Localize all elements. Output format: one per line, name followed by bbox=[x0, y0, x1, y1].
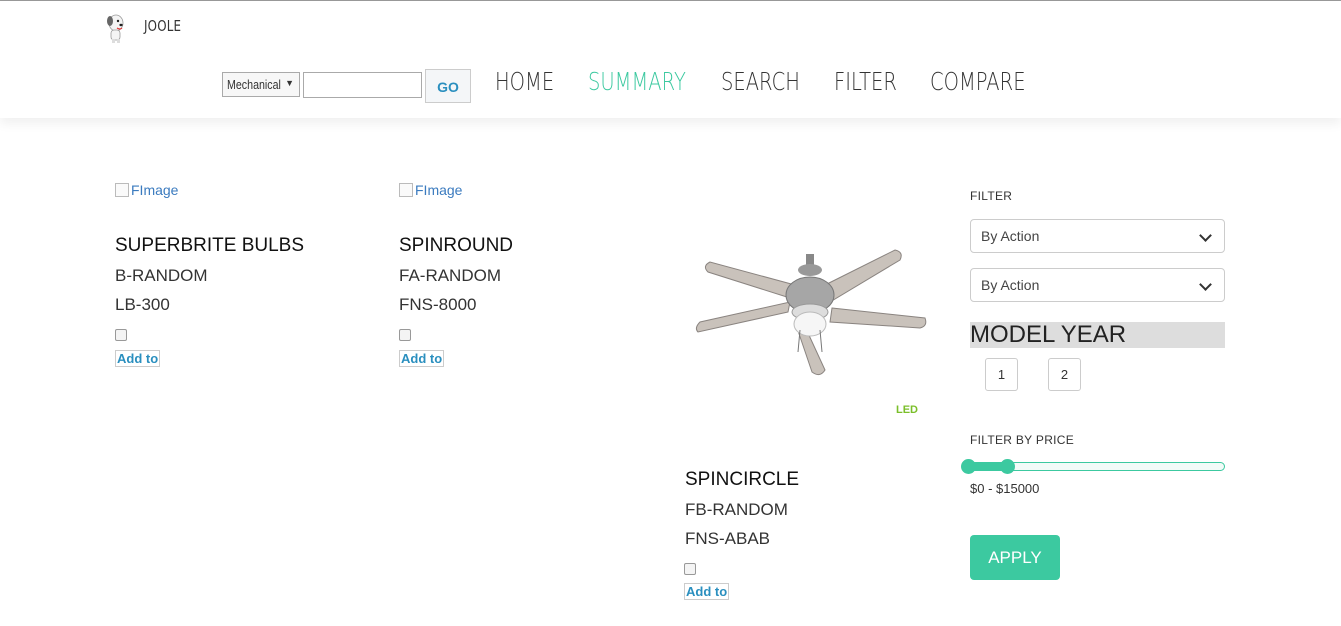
ceiling-fan-image bbox=[695, 249, 927, 376]
product-image-alt: FImage bbox=[131, 182, 179, 198]
product-name: SUPERBRITE BULBS bbox=[115, 235, 304, 256]
nav-compare[interactable]: COMPARE bbox=[930, 67, 1026, 96]
nav-search[interactable]: SEARCH bbox=[721, 67, 800, 96]
dropdown-value: By Action bbox=[981, 228, 1040, 244]
nav-summary[interactable]: SUMMARY bbox=[588, 67, 686, 96]
compare-checkbox[interactable] bbox=[399, 329, 411, 341]
go-button[interactable]: GO bbox=[425, 69, 471, 103]
broken-image-icon bbox=[399, 183, 413, 197]
dropdown-value: By Action bbox=[981, 277, 1040, 293]
add-to-button[interactable]: Add to bbox=[684, 583, 730, 600]
price-range-label: $0 - $15000 bbox=[970, 481, 1040, 496]
product-brand: FB-RANDOM bbox=[685, 500, 788, 519]
product-name: SPINROUND bbox=[399, 235, 514, 256]
product-image-broken: FImage bbox=[115, 182, 178, 198]
chevron-down-icon bbox=[1199, 278, 1212, 291]
product-brand: FA-RANDOM bbox=[399, 266, 501, 285]
product-model: LB-300 bbox=[115, 295, 170, 314]
led-badge: LED bbox=[896, 404, 918, 416]
product-model: FNS-8000 bbox=[399, 295, 477, 314]
product-image-broken: FImage bbox=[399, 182, 462, 198]
product-brand: B-RANDOM bbox=[115, 266, 208, 285]
apply-button[interactable]: APPLY bbox=[970, 535, 1060, 580]
brand-name[interactable]: JOOLE bbox=[144, 17, 181, 35]
filter-title: FILTER bbox=[970, 189, 1013, 203]
broken-image-icon bbox=[115, 183, 129, 197]
category-select[interactable]: Mechanical ▼ bbox=[222, 72, 300, 97]
add-to-button[interactable]: Add to bbox=[399, 350, 445, 367]
nav-home[interactable]: HOME bbox=[495, 67, 554, 96]
model-year-heading: MODEL YEAR bbox=[970, 322, 1225, 348]
year-button-2[interactable]: 2 bbox=[1048, 358, 1081, 391]
product-model: FNS-ABAB bbox=[685, 529, 771, 548]
header: JOOLE Mechanical ▼ GO HOME SUMMARY SEARC… bbox=[0, 1, 1341, 118]
filter-dropdown-action-1[interactable]: By Action bbox=[970, 219, 1225, 253]
search-input[interactable] bbox=[303, 72, 422, 98]
nav-filter[interactable]: FILTER bbox=[834, 67, 897, 96]
add-to-button[interactable]: Add to bbox=[115, 350, 161, 367]
price-slider-min-handle[interactable] bbox=[961, 459, 976, 474]
price-filter-title: FILTER BY PRICE bbox=[970, 433, 1075, 447]
product-name: SPINCIRCLE bbox=[685, 469, 800, 490]
filter-dropdown-action-2[interactable]: By Action bbox=[970, 268, 1225, 302]
compare-checkbox[interactable] bbox=[684, 563, 696, 575]
chevron-down-icon bbox=[1199, 229, 1212, 242]
dropdown-arrow-icon: ▼ bbox=[285, 78, 294, 88]
dog-logo-icon[interactable] bbox=[102, 11, 128, 43]
year-button-1[interactable]: 1 bbox=[985, 358, 1018, 391]
price-slider-max-handle[interactable] bbox=[1000, 459, 1015, 474]
product-image-alt: FImage bbox=[415, 182, 463, 198]
category-select-value: Mechanical bbox=[227, 77, 281, 92]
compare-checkbox[interactable] bbox=[115, 329, 127, 341]
